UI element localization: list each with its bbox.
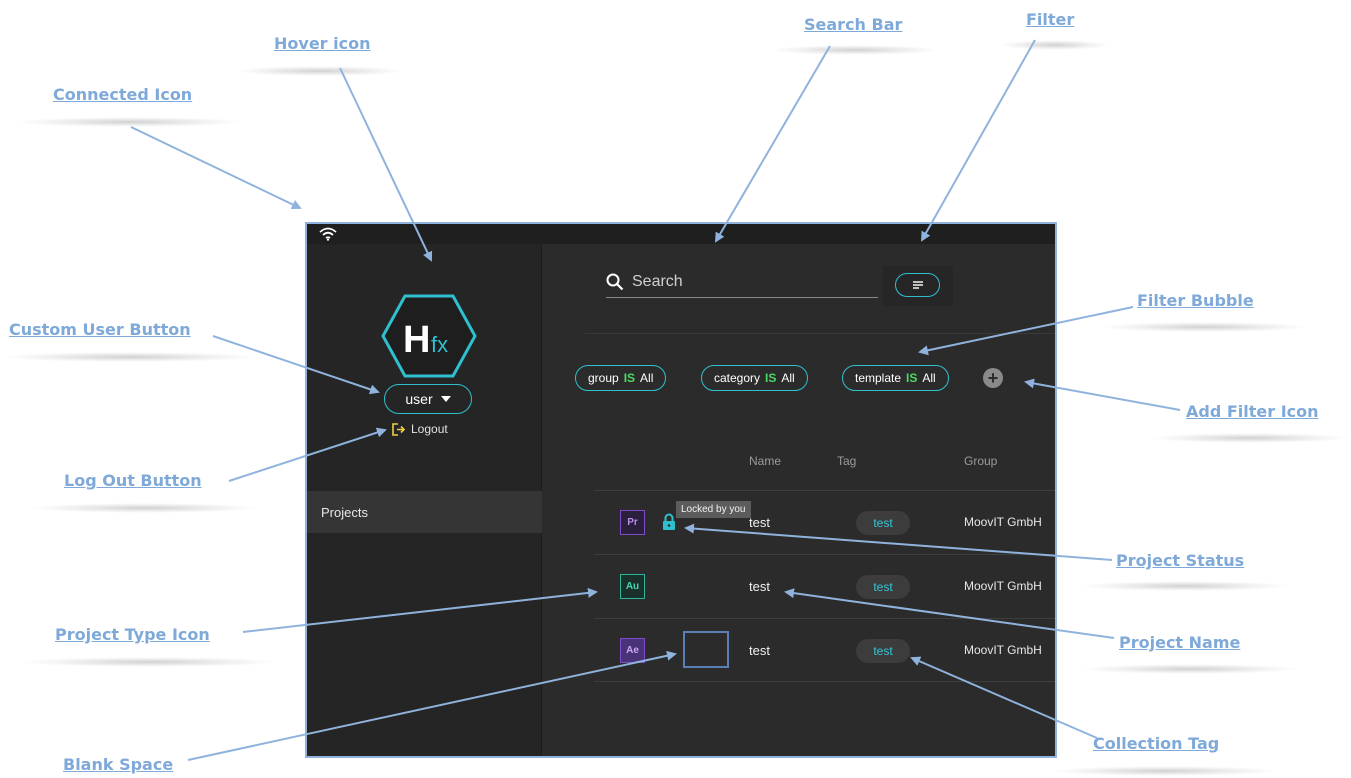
- annotation-add-filter-icon: Add Filter Icon: [1186, 402, 1319, 421]
- app-window: H fx user Logout Projects Search group I…: [305, 222, 1057, 758]
- filter-operator: IS: [765, 371, 777, 385]
- filter-bubble-template[interactable]: template IS All: [842, 365, 949, 391]
- project-name: test: [749, 579, 770, 594]
- project-group: MoovIT GmbH: [964, 579, 1042, 593]
- filter-field: category: [714, 371, 761, 385]
- status-tooltip: Locked by you: [676, 501, 751, 518]
- collection-tag[interactable]: test: [856, 575, 910, 599]
- filter-button[interactable]: [895, 273, 940, 297]
- annotation-project-type-icon: Project Type Icon: [55, 625, 210, 644]
- filter-operator: IS: [623, 371, 636, 385]
- collection-tag[interactable]: test: [856, 639, 910, 663]
- filter-icon: [912, 281, 923, 289]
- project-group: MoovIT GmbH: [964, 515, 1042, 529]
- custom-user-button[interactable]: user: [384, 384, 472, 414]
- filter-operator: IS: [906, 371, 918, 385]
- title-bar: [307, 224, 1055, 244]
- hfx-logo: H fx: [381, 294, 477, 378]
- sidebar: H fx user Logout Projects: [307, 244, 542, 756]
- sidebar-item-label: Projects: [321, 505, 368, 520]
- arrow-filter: [921, 39, 1036, 242]
- svg-text:H: H: [403, 319, 430, 361]
- project-group: MoovIT GmbH: [964, 643, 1042, 657]
- filter-field: group: [588, 371, 619, 385]
- divider: [585, 333, 1055, 334]
- search-input[interactable]: [632, 272, 852, 291]
- filter-value: All: [781, 371, 795, 385]
- annotation-custom-user-button: Custom User Button: [9, 320, 191, 339]
- annotation-filter: Filter: [1026, 10, 1075, 29]
- lock-icon[interactable]: [662, 513, 676, 531]
- logout-button[interactable]: Logout: [392, 422, 448, 436]
- wifi-icon: [319, 227, 337, 241]
- search-area: [543, 244, 1055, 334]
- annotation-collection-tag: Collection Tag: [1093, 734, 1220, 753]
- sidebar-item-projects[interactable]: Projects: [307, 491, 542, 533]
- table-row[interactable]: Au test test MoovIT GmbH: [594, 554, 1055, 618]
- filter-field: template: [855, 371, 902, 385]
- svg-text:fx: fx: [431, 332, 448, 357]
- project-type-icon: Au: [620, 574, 645, 599]
- annotation-hover-icon: Hover icon: [274, 34, 371, 53]
- filter-container: [883, 266, 953, 306]
- add-filter-icon[interactable]: +: [983, 368, 1003, 388]
- blank-space-highlight: [683, 631, 729, 668]
- annotation-filter-bubble: Filter Bubble: [1137, 291, 1254, 310]
- annotation-connected-icon: Connected Icon: [53, 85, 193, 104]
- arrow-search-bar: [714, 45, 831, 243]
- filter-value: All: [640, 371, 654, 385]
- caret-down-icon: [440, 396, 451, 402]
- annotation-project-status: Project Status: [1116, 551, 1245, 570]
- table-row[interactable]: Pr Locked by you test test MoovIT GmbH: [594, 490, 1055, 554]
- column-header-name[interactable]: Name: [749, 454, 781, 468]
- filter-bubble-category[interactable]: category IS All: [701, 365, 808, 391]
- search-bar: [606, 266, 878, 298]
- annotation-project-name: Project Name: [1119, 633, 1241, 652]
- filter-value: All: [922, 371, 936, 385]
- filter-bubble-group[interactable]: group IS All: [575, 365, 667, 391]
- arrow-connected-icon: [130, 126, 302, 210]
- annotation-blank-space: Blank Space: [63, 755, 174, 774]
- search-icon: [606, 273, 624, 290]
- annotation-log-out-button: Log Out Button: [64, 471, 202, 490]
- logout-icon: [392, 422, 406, 436]
- project-name: test: [749, 515, 770, 530]
- column-header-group[interactable]: Group: [964, 454, 997, 468]
- table-row[interactable]: Ae test test MoovIT GmbH: [594, 618, 1055, 682]
- annotation-search-bar: Search Bar: [804, 15, 903, 34]
- main-panel: group IS All category IS All template IS…: [543, 244, 1055, 756]
- project-name: test: [749, 643, 770, 658]
- user-button-label: user: [405, 391, 433, 407]
- logout-label: Logout: [411, 422, 448, 436]
- collection-tag[interactable]: test: [856, 511, 910, 535]
- column-header-tag[interactable]: Tag: [837, 454, 856, 468]
- project-type-icon: Ae: [620, 638, 645, 663]
- project-type-icon: Pr: [620, 510, 645, 535]
